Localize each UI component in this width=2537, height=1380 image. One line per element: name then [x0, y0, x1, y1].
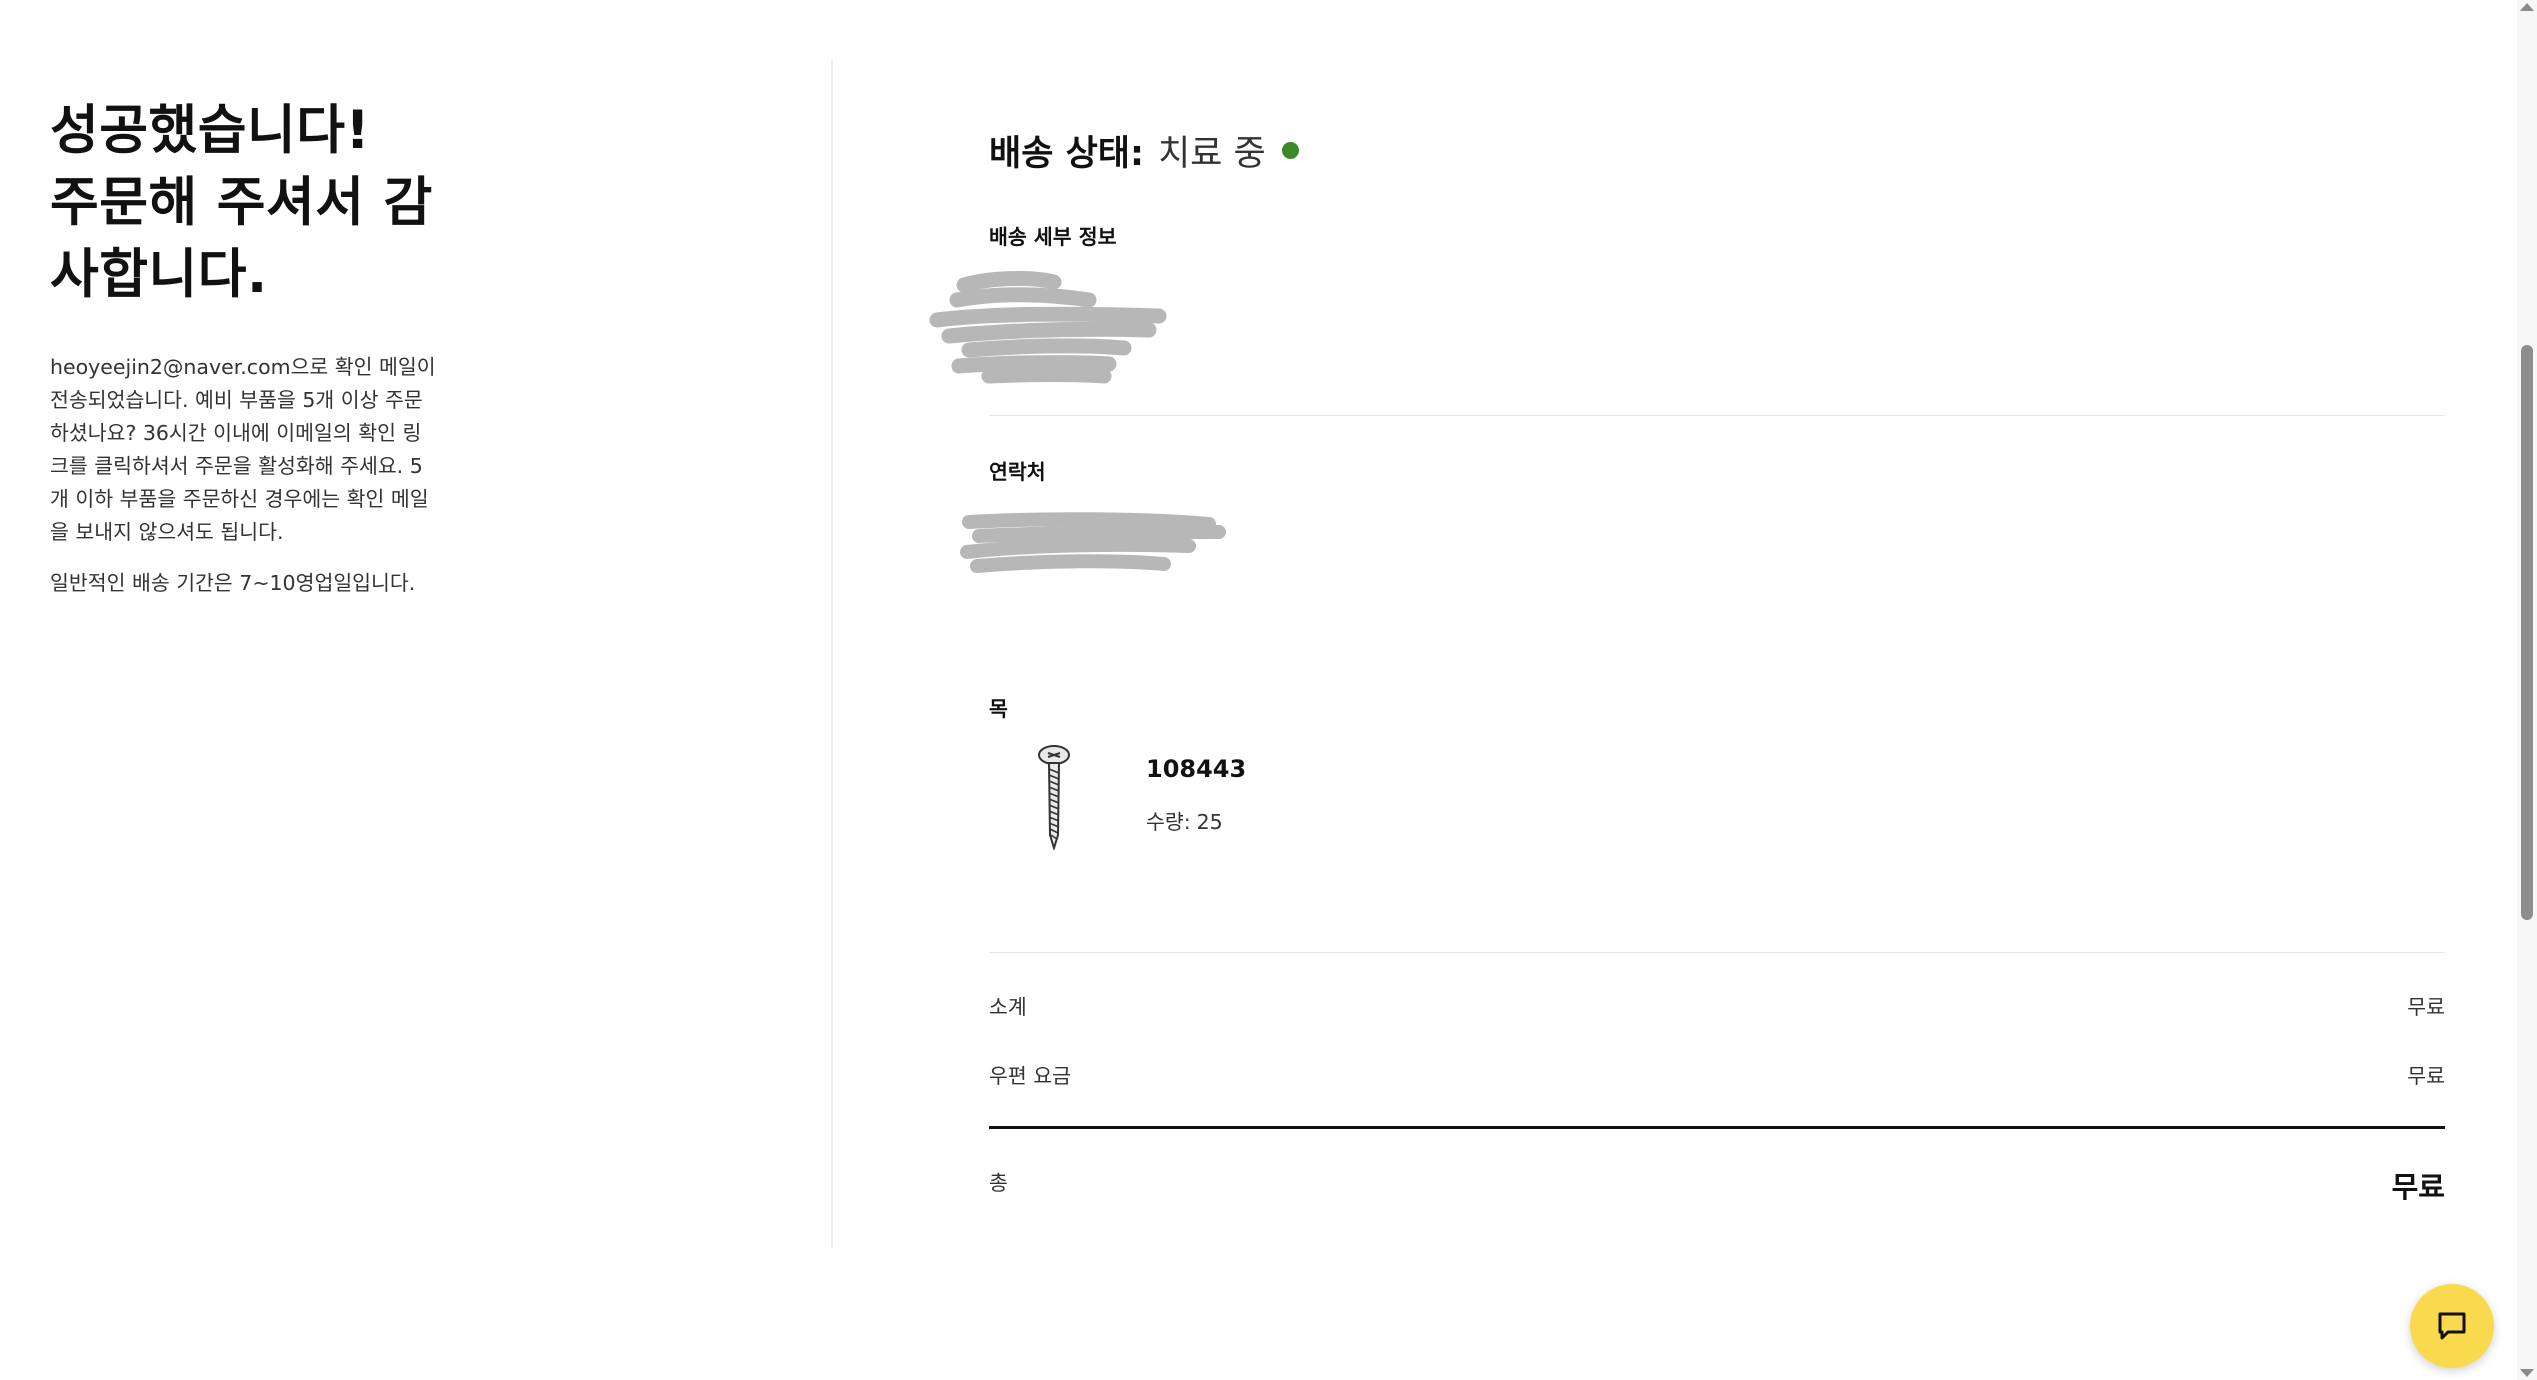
page-title: 성공했습니다! 주문해 주셔서 감 사합니다. — [50, 95, 440, 311]
page-scrollbar[interactable] — [2517, 0, 2537, 1380]
shipping-fee-label: 우편 요금 — [989, 1064, 1071, 1088]
subtotal-label: 소계 — [989, 995, 1027, 1019]
message-line: 전송되었습니다. 예비 부품을 5개 이상 주문 — [50, 388, 423, 412]
shipping-status-label: 배송 상태: — [989, 134, 1144, 174]
redacted-contact-scribble — [960, 512, 1226, 573]
order-item: 108443 수량: 25 — [989, 745, 2445, 855]
scroll-down-icon[interactable] — [2520, 1369, 2534, 1377]
confirmation-panel: 성공했습니다! 주문해 주셔서 감 사합니다. heoyeejin2@naver… — [50, 95, 440, 600]
delivery-time-note: 일반적인 배송 기간은 7~10영업일입니다. — [50, 571, 416, 595]
title-line: 사합니다. — [50, 244, 268, 305]
chat-bubble-icon — [2438, 1312, 2466, 1340]
message-line: 개 이하 부품을 주문하신 경우에는 확인 메일 — [50, 487, 429, 511]
section-divider — [989, 952, 2445, 953]
message-line: 크를 클릭하셔서 주문을 활성화해 주세요. 5 — [50, 454, 423, 478]
redacted-address-scribble — [929, 270, 1167, 384]
message-line: 을 보내지 않으셔도 됩니다. — [50, 520, 284, 544]
message-line: heoyeejin2@naver.com으로 확인 메일이 — [50, 355, 436, 379]
contact-label: 연락처 — [989, 460, 1046, 484]
total-divider — [989, 1126, 2445, 1129]
message-line: 하셨나요? 36시간 이내에 이메일의 확인 링 — [50, 421, 422, 445]
title-line: 성공했습니다! — [50, 100, 371, 161]
total-label: 총 — [989, 1171, 1008, 1195]
title-line: 주문해 주셔서 감 — [50, 172, 433, 233]
order-confirmation-page: 성공했습니다! 주문해 주셔서 감 사합니다. heoyeejin2@naver… — [0, 0, 2537, 1380]
order-details-panel: 배송 상태: 치료 중 배송 세부 정보 연락처 목 108443 수량: 25… — [929, 0, 2445, 1380]
shipping-fee-value: 무료 — [2407, 1064, 2445, 1088]
chat-button[interactable] — [2410, 1284, 2494, 1368]
subtotal-value: 무료 — [2407, 995, 2445, 1019]
section-divider — [989, 415, 2445, 416]
shipping-details-label: 배송 세부 정보 — [989, 225, 1117, 249]
shipping-status-value: 치료 중 — [1157, 134, 1266, 174]
total-value: 무료 — [2391, 1170, 2445, 1204]
scrollbar-thumb[interactable] — [2521, 345, 2533, 920]
item-quantity-label: 수량: — [1146, 810, 1191, 834]
status-dot-icon — [1281, 142, 1299, 159]
item-quantity: 수량: 25 — [1146, 805, 1223, 835]
scroll-up-icon[interactable] — [2520, 3, 2534, 11]
confirmation-message: heoyeejin2@naver.com으로 확인 메일이 전송되었습니다. 예… — [50, 351, 440, 549]
column-divider — [831, 60, 833, 1248]
shipping-status: 배송 상태: 치료 중 — [989, 125, 1299, 176]
items-label: 목 — [989, 697, 1008, 721]
screw-icon — [1038, 745, 1070, 850]
item-quantity-value: 25 — [1196, 810, 1223, 834]
item-name: 108443 — [1146, 755, 1247, 783]
